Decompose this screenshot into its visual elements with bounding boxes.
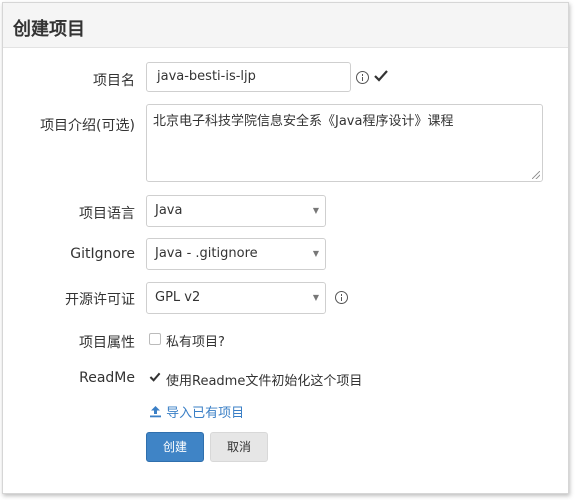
project-name-label: 项目名 [93, 73, 135, 89]
panel-header: 创建项目 [3, 3, 568, 48]
caret-down-icon: ▼ [312, 249, 319, 258]
readme-checkbox-label[interactable]: 使用Readme文件初始化这个项目 [166, 370, 362, 389]
description-textarea[interactable]: 北京电子科技学院信息安全系《Java程序设计》课程 [146, 104, 543, 182]
language-select[interactable]: Java ▼ [146, 195, 326, 227]
checkmark-icon [374, 70, 388, 82]
resize-grip-icon[interactable] [532, 171, 540, 179]
description-label: 项目介绍(可选) [40, 118, 135, 134]
create-button[interactable]: 创建 [146, 432, 204, 462]
license-select[interactable]: GPL v2 ▼ [146, 282, 326, 314]
gitignore-label: GitIgnore [70, 246, 135, 262]
project-name-input[interactable]: java-besti-is-ljp [146, 62, 351, 92]
page-title: 创建项目 [13, 19, 85, 40]
license-label: 开源许可证 [65, 292, 135, 308]
import-project-text: 导入已有项目 [166, 406, 245, 421]
language-selected: Java [155, 203, 183, 218]
import-project-link[interactable]: 导入已有项目 [149, 402, 244, 421]
private-project-checkbox[interactable] [149, 333, 161, 345]
info-icon[interactable] [356, 71, 369, 84]
readme-label: ReadMe [79, 370, 135, 386]
language-label: 项目语言 [79, 206, 135, 222]
gitignore-select[interactable]: Java - .gitignore ▼ [146, 238, 326, 270]
private-project-label[interactable]: 私有项目? [166, 331, 225, 350]
readme-checkbox[interactable] [149, 371, 161, 383]
cancel-button[interactable]: 取消 [210, 432, 268, 462]
caret-down-icon: ▼ [312, 293, 319, 302]
description-text: 北京电子科技学院信息安全系《Java程序设计》课程 [153, 114, 454, 129]
upload-icon [150, 406, 161, 418]
gitignore-selected: Java - .gitignore [155, 246, 258, 261]
caret-down-icon: ▼ [312, 206, 319, 215]
license-selected: GPL v2 [155, 290, 201, 305]
visibility-label: 项目属性 [79, 335, 135, 351]
info-icon[interactable] [335, 291, 348, 304]
